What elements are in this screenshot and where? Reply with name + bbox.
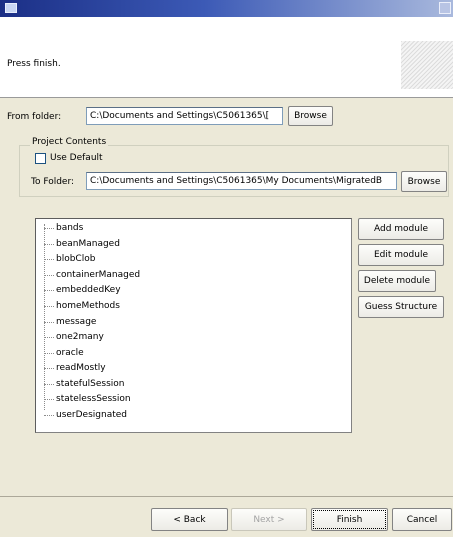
tree-item-home-methods[interactable]: homeMethods bbox=[44, 299, 120, 314]
to-folder-field[interactable]: C:\Documents and Settings\C5061365\My Do… bbox=[86, 172, 397, 190]
tree-item-read-mostly[interactable]: readMostly bbox=[44, 361, 106, 376]
tree-item-bands[interactable]: bands bbox=[44, 221, 83, 236]
tree-item-oracle[interactable]: oracle bbox=[44, 346, 84, 361]
from-folder-browse-button[interactable]: Browse bbox=[288, 106, 333, 126]
cancel-button[interactable]: Cancel bbox=[392, 508, 452, 531]
from-folder-field[interactable]: C:\Documents and Settings\C5061365\[ bbox=[86, 107, 283, 125]
edit-module-button[interactable]: Edit module bbox=[358, 244, 444, 266]
tree-item-stateless-session[interactable]: statelessSession bbox=[44, 392, 131, 407]
add-module-button[interactable]: Add module bbox=[358, 218, 444, 240]
project-contents-title: Project Contents bbox=[30, 137, 109, 147]
window-icon bbox=[5, 3, 17, 13]
finish-button[interactable]: Finish bbox=[311, 508, 388, 531]
delete-module-button[interactable]: Delete module bbox=[358, 270, 436, 292]
use-default-label: Use Default bbox=[50, 153, 103, 163]
next-button[interactable]: Next > bbox=[231, 508, 307, 531]
banner-message: Press finish. bbox=[7, 59, 61, 69]
banner-graphic bbox=[401, 41, 453, 89]
title-bar bbox=[0, 0, 453, 17]
module-tree[interactable]: bands beanManaged blobClob containerMana… bbox=[35, 218, 352, 433]
from-folder-label: From folder: bbox=[7, 112, 62, 122]
tree-item-bean-managed[interactable]: beanManaged bbox=[44, 237, 120, 252]
tree-item-container-managed[interactable]: containerManaged bbox=[44, 268, 140, 283]
tree-item-embedded-key[interactable]: embeddedKey bbox=[44, 283, 121, 298]
to-folder-browse-button[interactable]: Browse bbox=[401, 171, 447, 192]
close-icon[interactable] bbox=[439, 2, 451, 14]
guess-structure-button[interactable]: Guess Structure bbox=[358, 296, 444, 318]
tree-item-message[interactable]: message bbox=[44, 315, 96, 330]
tree-item-user-designated[interactable]: userDesignated bbox=[44, 408, 127, 423]
tree-item-stateful-session[interactable]: statefulSession bbox=[44, 377, 125, 392]
tree-item-one2many[interactable]: one2many bbox=[44, 330, 104, 345]
wizard-banner: Press finish. bbox=[0, 17, 453, 98]
back-button[interactable]: < Back bbox=[151, 508, 228, 531]
use-default-checkbox[interactable] bbox=[35, 153, 46, 164]
to-folder-label: To Folder: bbox=[31, 177, 75, 187]
footer-separator bbox=[0, 496, 453, 497]
tree-item-blob-clob[interactable]: blobClob bbox=[44, 252, 95, 267]
